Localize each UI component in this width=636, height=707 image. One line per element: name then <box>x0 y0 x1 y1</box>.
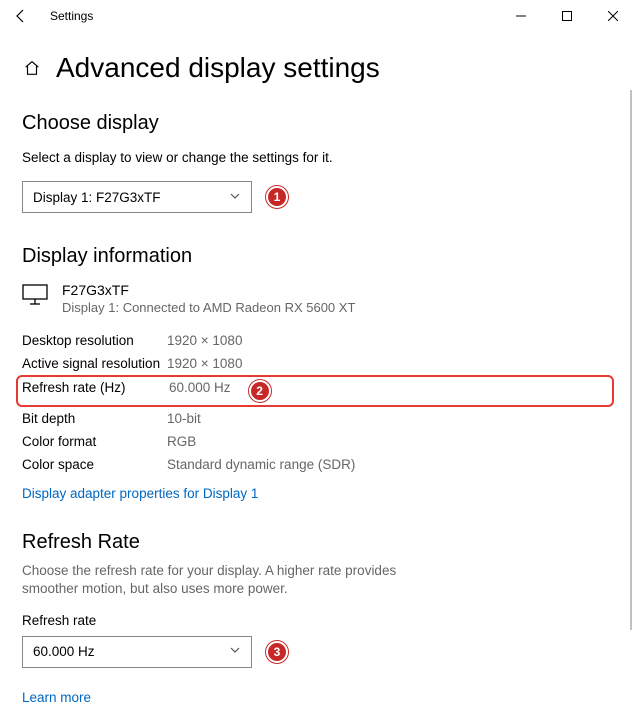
info-label: Color format <box>22 434 167 449</box>
home-icon <box>23 59 41 77</box>
table-row: Color space Standard dynamic range (SDR) <box>22 453 614 476</box>
info-value: RGB <box>167 434 196 449</box>
app-title: Settings <box>50 9 93 23</box>
refresh-rate-heading: Refresh Rate <box>22 531 614 554</box>
display-select-value: Display 1: F27G3xTF <box>33 190 161 205</box>
info-label: Bit depth <box>22 411 167 426</box>
display-info-table: Desktop resolution 1920 × 1080 Active si… <box>22 329 614 476</box>
table-row: Desktop resolution 1920 × 1080 <box>22 329 614 352</box>
close-icon <box>608 11 618 21</box>
info-label: Refresh rate (Hz) <box>22 380 169 402</box>
chevron-down-icon <box>229 644 241 659</box>
refresh-rate-label: Refresh rate <box>22 613 614 628</box>
scrollbar[interactable] <box>630 90 632 630</box>
annotation-1: 1 <box>266 186 288 208</box>
info-value: 1920 × 1080 <box>167 333 242 348</box>
annotation-3: 3 <box>266 641 288 663</box>
refresh-rate-help: Choose the refresh rate for your display… <box>22 562 442 598</box>
display-information-heading: Display information <box>22 245 614 268</box>
learn-more-link[interactable]: Learn more <box>22 690 91 705</box>
table-row-highlighted: Refresh rate (Hz) 60.000 Hz 2 <box>16 375 614 407</box>
display-select[interactable]: Display 1: F27G3xTF <box>22 181 252 213</box>
monitor-icon <box>22 284 48 311</box>
table-row: Active signal resolution 1920 × 1080 <box>22 352 614 375</box>
info-value: 60.000 Hz <box>169 380 231 402</box>
adapter-properties-link[interactable]: Display adapter properties for Display 1 <box>22 486 258 501</box>
annotation-2: 2 <box>249 380 271 402</box>
maximize-button[interactable] <box>544 0 590 32</box>
monitor-name: F27G3xTF <box>62 282 355 298</box>
info-label: Color space <box>22 457 167 472</box>
back-button[interactable] <box>10 5 32 27</box>
table-row: Bit depth 10-bit <box>22 407 614 430</box>
refresh-rate-value: 60.000 Hz <box>33 644 95 659</box>
choose-display-heading: Choose display <box>22 112 614 135</box>
info-label: Desktop resolution <box>22 333 167 348</box>
monitor-connection: Display 1: Connected to AMD Radeon RX 56… <box>62 300 355 315</box>
table-row: Color format RGB <box>22 430 614 453</box>
close-button[interactable] <box>590 0 636 32</box>
info-value: 10-bit <box>167 411 201 426</box>
refresh-rate-select[interactable]: 60.000 Hz <box>22 636 252 668</box>
home-button[interactable] <box>22 58 42 78</box>
minimize-icon <box>516 11 526 21</box>
maximize-icon <box>562 11 572 21</box>
info-value: Standard dynamic range (SDR) <box>167 457 355 472</box>
arrow-left-icon <box>13 8 29 24</box>
page-title: Advanced display settings <box>56 52 380 84</box>
info-value: 1920 × 1080 <box>167 356 242 371</box>
chevron-down-icon <box>229 190 241 205</box>
choose-display-help: Select a display to view or change the s… <box>22 149 614 167</box>
info-label: Active signal resolution <box>22 356 167 371</box>
minimize-button[interactable] <box>498 0 544 32</box>
